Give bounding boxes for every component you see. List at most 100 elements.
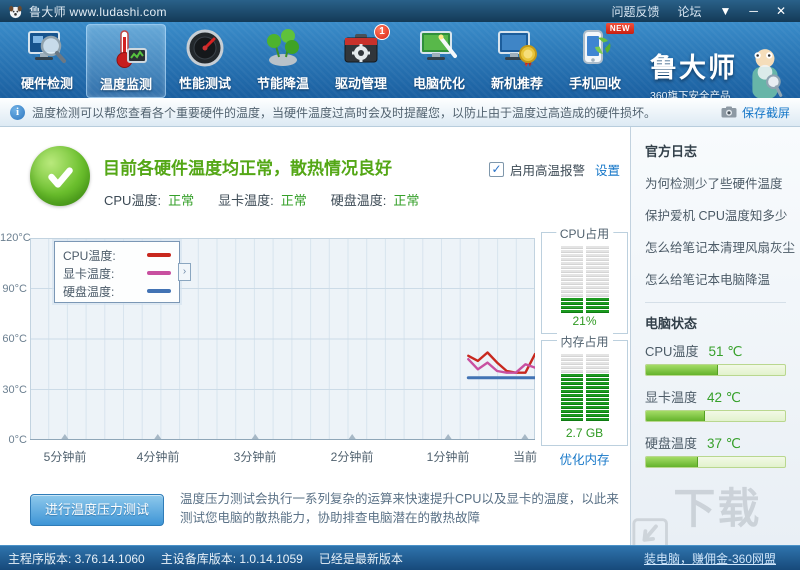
sidebar: 官方日志 为何检测少了些硬件温度 保护爱机 CPU温度知多少 怎么给笔记本清理风扇灰… <box>630 127 800 570</box>
x-tick-label: 3分钟前 <box>233 450 277 464</box>
x-tick-label: 当前 <box>512 450 538 464</box>
gauge-segment <box>560 246 609 249</box>
gauge-segment <box>560 270 609 273</box>
legend-expander-icon[interactable]: › <box>178 263 191 281</box>
gauge-segment <box>560 358 609 361</box>
legend-item: 硬盘温度: <box>63 282 171 300</box>
y-tick-label: 90°C <box>2 283 27 295</box>
toolbar-item-label: 硬件检测 <box>20 76 73 91</box>
temp-summary-label: CPU温度: <box>104 193 162 208</box>
legend-label: 显卡温度: <box>63 266 115 281</box>
gauge-segment <box>560 250 609 253</box>
gauge-segment <box>560 418 609 421</box>
brand-block: 鲁大师 360旗下安全产品 <box>650 46 737 103</box>
cpu-usage-title: CPU占用 <box>555 225 614 242</box>
settings-link[interactable]: 设置 <box>595 160 620 179</box>
gauge-segment <box>560 402 609 405</box>
promo-link[interactable]: 装电脑，赚佣金-360网盟 <box>644 550 776 567</box>
sidebar-log-item[interactable]: 保护爱机 CPU温度知多少 <box>645 205 787 224</box>
app-version: 主程序版本: 3.76.14.1060 <box>8 551 145 566</box>
perf-icon <box>183 26 227 70</box>
toolbar-item-newpc[interactable]: 新机推荐 <box>478 24 556 96</box>
gauge-segment <box>560 278 609 281</box>
main-toolbar: 硬件检测 温度监测 性能测试 节能降温 1 驱动管理 电脑优化 新机推荐 NEW 手机回收 鲁大师… <box>0 22 800 112</box>
legend-label: CPU温度: <box>63 248 116 263</box>
gauge-segment <box>560 398 609 401</box>
new-ribbon: NEW <box>605 23 634 34</box>
gauge-segment <box>560 258 609 261</box>
toolbar-item-label: 温度监测 <box>99 77 152 92</box>
temp-summary-item: 硬盘温度: 正常 <box>331 190 420 209</box>
meter-label: 硬盘温度 <box>645 436 698 451</box>
gauge-segment <box>560 382 609 385</box>
gauge-segment <box>560 302 609 305</box>
legend-swatch <box>147 271 171 275</box>
forum-link[interactable]: 论坛 <box>678 3 702 20</box>
alarm-checkbox[interactable]: ✓ <box>489 162 504 177</box>
toolbar-item-optimize[interactable]: 电脑优化 <box>400 24 478 96</box>
gauge-segment <box>560 298 609 301</box>
status-headline: 目前各硬件温度均正常，散热情况良好 <box>103 159 392 178</box>
gauge-segment <box>560 274 609 277</box>
temp-summary-value: 正常 <box>168 193 195 208</box>
save-screenshot-link[interactable]: 保存截屏 <box>742 104 790 121</box>
minimize-icon[interactable]: ─ <box>749 5 758 17</box>
toolbar-item-label: 新机推荐 <box>490 76 543 91</box>
temp-summary-label: 显卡温度: <box>218 193 274 208</box>
gauge-segment <box>560 414 609 417</box>
feedback-link[interactable]: 问题反馈 <box>612 3 660 20</box>
status-meter: CPU温度 51 ℃ <box>645 341 786 376</box>
meter-track <box>645 410 786 422</box>
gauge-segment <box>560 354 609 357</box>
y-tick-label: 0°C <box>8 434 27 446</box>
toolbar-item-label: 驱动管理 <box>334 76 387 91</box>
meter-value: 42 ℃ <box>707 390 741 405</box>
toolbar-item-perf[interactable]: 性能测试 <box>166 24 244 96</box>
sidebar-log-item[interactable]: 为何检测少了些硬件温度 <box>645 173 786 192</box>
ludashi-window: 鲁大师 www.ludashi.com 问题反馈 论坛 ▼ ─ ✕ 硬件检测 温度… <box>0 0 800 570</box>
toolbar-item-driver[interactable]: 1 驱动管理 <box>322 24 400 96</box>
toolbar-item-phone[interactable]: NEW 手机回收 <box>556 23 634 96</box>
energy-icon <box>261 26 305 70</box>
toolbar-item-temp[interactable]: 温度监测 <box>86 24 166 98</box>
x-tick-label: 4分钟前 <box>136 450 180 464</box>
temp-summary-label: 硬盘温度: <box>330 193 387 208</box>
stress-test-button[interactable]: 进行温度压力测试 <box>30 494 164 526</box>
toolbar-item-label: 性能测试 <box>178 76 231 91</box>
gauge-segment <box>560 362 609 365</box>
meter-track <box>645 364 786 376</box>
brand-name: 鲁大师 <box>650 53 737 83</box>
temp-summary-item: CPU温度: 正常 <box>104 190 194 209</box>
x-tick-label: 5分钟前 <box>43 450 87 464</box>
gauge-segment <box>560 286 609 289</box>
toolbar-item-energy[interactable]: 节能降温 <box>244 24 322 96</box>
pc-status-title: 电脑状态 <box>645 316 698 331</box>
status-ok-icon <box>30 146 90 206</box>
temp-summary: CPU温度: 正常 显卡温度: 正常 硬盘温度: 正常 <box>104 190 419 209</box>
save-screenshot[interactable]: 保存截屏 <box>721 104 790 121</box>
gauge-segment <box>560 282 609 285</box>
toolbar-item-hardware[interactable]: 硬件检测 <box>8 24 86 96</box>
cpu-usage-gauge <box>560 246 609 314</box>
close-icon[interactable]: ✕ <box>776 5 786 17</box>
window-title: 鲁大师 www.ludashi.com <box>29 4 167 19</box>
cpu-usage-value: 21% <box>572 314 597 328</box>
y-tick-label: 60°C <box>2 333 27 345</box>
optimize-memory-link[interactable]: 优化内存 <box>541 449 628 468</box>
camera-icon <box>721 106 737 118</box>
meter-fill <box>646 365 718 375</box>
gauge-segment <box>560 262 609 265</box>
gauge-segment <box>560 410 609 413</box>
official-log-list: 为何检测少了些硬件温度 保护爱机 CPU温度知多少 怎么给笔记本清理风扇灰尘 怎么给笔… <box>645 173 795 288</box>
cpu-usage-box: CPU占用 21% <box>541 225 628 334</box>
temp-icon <box>104 27 148 71</box>
sidebar-log-item[interactable]: 怎么给笔记本清理风扇灰尘 <box>645 237 795 256</box>
meter-fill <box>646 457 699 467</box>
official-log-title: 官方日志 <box>645 144 698 159</box>
meter-fill <box>646 411 706 421</box>
menu-dropdown-icon[interactable]: ▼ <box>720 5 732 17</box>
sidebar-log-item[interactable]: 怎么给笔记本电脑降温 <box>645 269 786 288</box>
alarm-label: 启用高温报警 <box>510 164 586 178</box>
temp-summary-item: 显卡温度: 正常 <box>218 190 307 209</box>
x-tick-label: 2分钟前 <box>330 450 374 464</box>
